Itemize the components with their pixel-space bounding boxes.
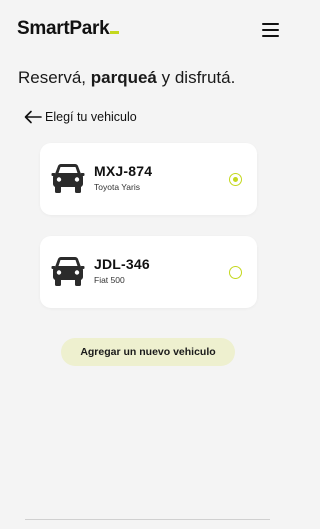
radio-dot bbox=[232, 176, 238, 182]
app-header: SmartPark bbox=[0, 0, 296, 52]
car-icon bbox=[51, 164, 85, 193]
menu-bar bbox=[262, 35, 279, 37]
vehicle-radio-selected[interactable] bbox=[229, 173, 242, 186]
logo-text: SmartPark bbox=[17, 18, 110, 39]
back-button[interactable]: Elegí tu vehiculo bbox=[24, 108, 137, 126]
vehicle-radio-unselected[interactable] bbox=[229, 266, 242, 279]
tagline-part-1: Reservá, bbox=[18, 68, 91, 87]
arrow-left-icon bbox=[24, 110, 42, 124]
vehicle-plate: MXJ-874 bbox=[94, 163, 153, 179]
hamburger-menu-icon[interactable] bbox=[262, 23, 279, 37]
menu-bar bbox=[262, 23, 279, 25]
vehicle-card[interactable]: JDL-346 Fiat 500 bbox=[40, 236, 257, 308]
add-vehicle-button[interactable]: Agregar un nuevo vehiculo bbox=[61, 338, 235, 366]
logo[interactable]: SmartPark bbox=[17, 18, 120, 40]
back-label: Elegí tu vehiculo bbox=[45, 110, 137, 124]
bottom-divider bbox=[25, 519, 270, 520]
vehicle-model: Fiat 500 bbox=[94, 275, 125, 285]
tagline-part-3: y disfrutá. bbox=[156, 68, 236, 87]
vehicle-card[interactable]: MXJ-874 Toyota Yaris bbox=[40, 143, 257, 215]
car-icon bbox=[51, 257, 85, 286]
tagline: Reservá, parqueá y disfrutá. bbox=[18, 67, 235, 89]
vehicle-plate: JDL-346 bbox=[94, 256, 150, 272]
logo-accent-mark bbox=[110, 31, 120, 34]
vehicle-model: Toyota Yaris bbox=[94, 182, 140, 192]
tagline-part-2: parqueá bbox=[90, 68, 157, 87]
menu-bar bbox=[262, 29, 279, 31]
